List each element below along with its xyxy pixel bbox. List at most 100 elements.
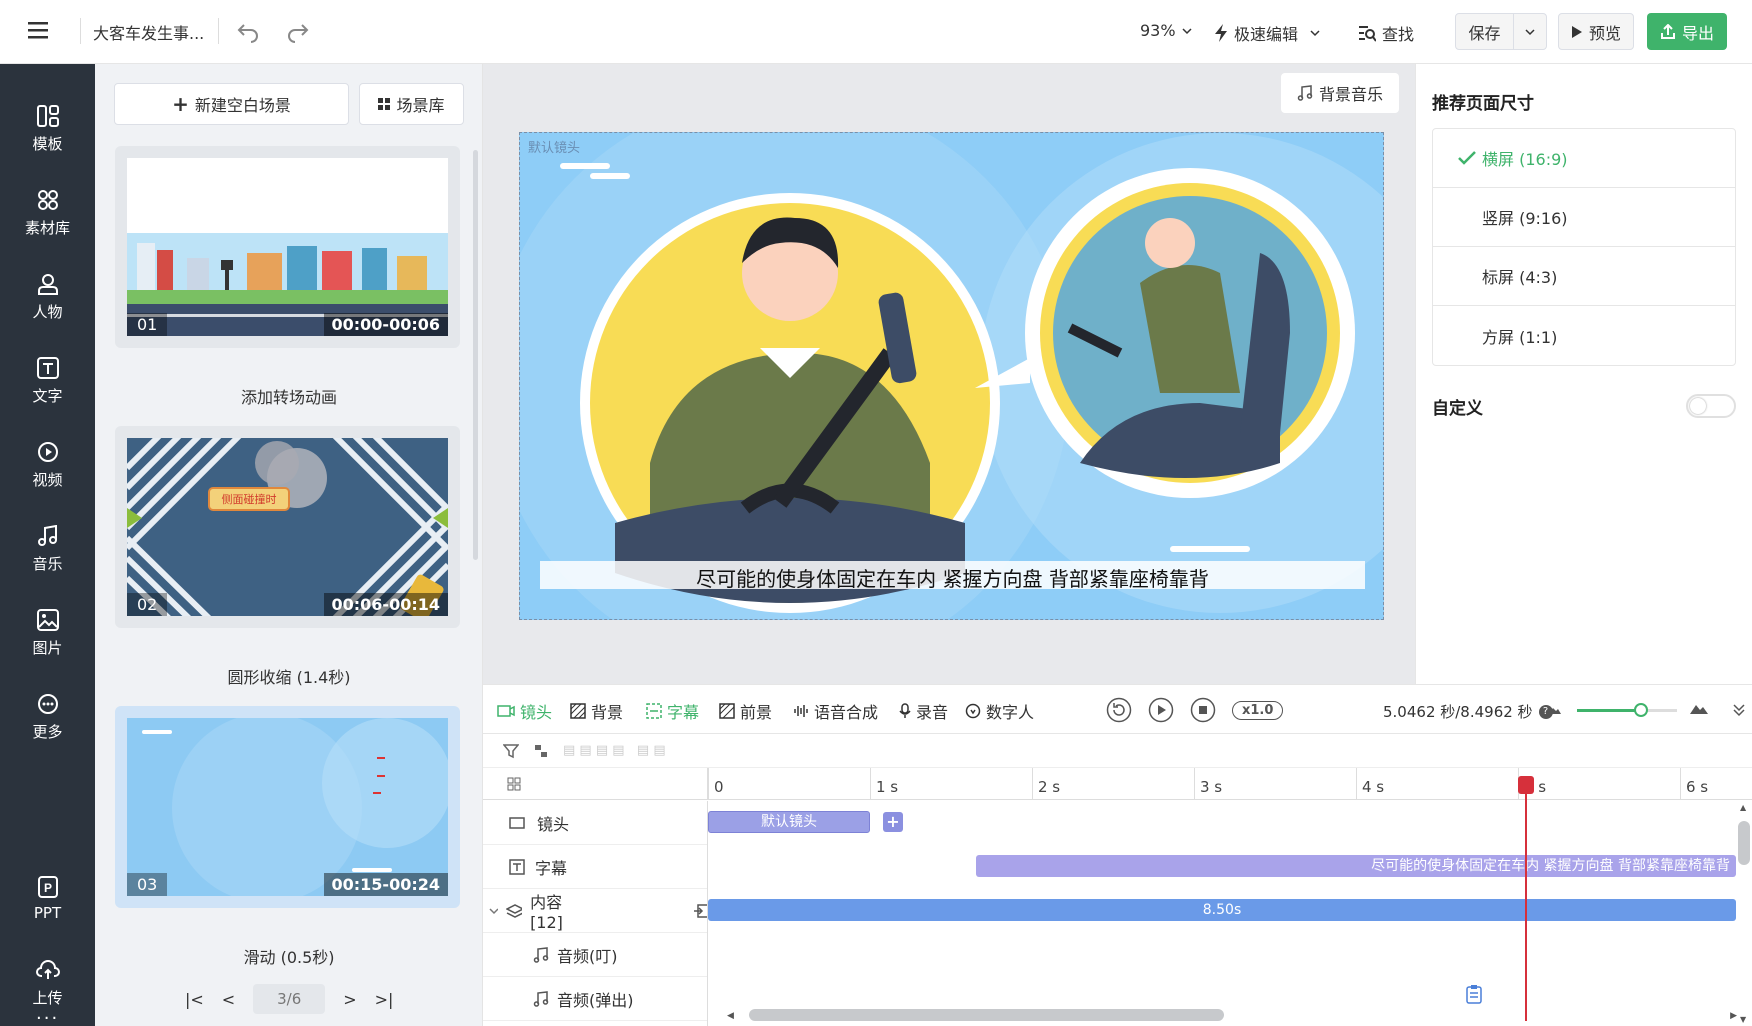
last-page-icon[interactable]: >| (375, 990, 394, 1009)
size-option-standard[interactable]: 标屏 (4:3) (1432, 247, 1736, 306)
grid-icon (378, 98, 391, 110)
sidebar-more-dots[interactable]: ··· (36, 1008, 59, 1026)
scene-card-2[interactable]: 侧面碰撞时 02 00:06-00:14 (115, 426, 460, 628)
scene-transition-label[interactable]: 添加转场动画 (95, 384, 483, 408)
next-page-icon[interactable]: > (343, 990, 356, 1009)
preview-button[interactable]: 预览 (1558, 13, 1634, 50)
track-label-audio-ding[interactable]: 音频(叮) (483, 933, 707, 977)
add-lens-button[interactable]: + (883, 812, 903, 832)
custom-size-toggle[interactable] (1686, 394, 1736, 418)
sidebar-item-image[interactable]: 图片 (0, 598, 95, 668)
zoom-slider[interactable] (1577, 703, 1677, 717)
replay-icon[interactable] (1106, 697, 1132, 723)
bg-music-button[interactable]: 背景音乐 (1281, 73, 1399, 113)
scene-number: 01 (127, 313, 168, 336)
export-label: 导出 (1681, 23, 1714, 43)
more-icon (37, 693, 58, 714)
waveform-icon (794, 705, 808, 717)
time-ruler[interactable]: 01 s2 s3 s4 s5 s6 s (483, 768, 1752, 800)
new-blank-scene-button[interactable]: + 新建空白场景 (114, 83, 349, 125)
playhead[interactable] (1518, 776, 1534, 1021)
tab-digital-human[interactable]: 数字人 (965, 699, 1034, 723)
exit-icon[interactable] (693, 903, 707, 919)
scene-card-1[interactable]: 01 00:00-00:06 (115, 146, 460, 348)
disabled-tools: ▤ ▤ ▤ ▤ ▤ ▤ (563, 743, 666, 758)
undo-icon[interactable] (236, 19, 260, 43)
sidebar-item-person[interactable]: 人物 (0, 262, 95, 332)
sidebar-item-templates[interactable]: 模板 (0, 94, 95, 164)
collapse-icon[interactable] (1733, 703, 1745, 717)
page-indicator[interactable]: 3/6 (253, 984, 326, 1014)
scene-card-3[interactable]: 03 00:15-00:24 (115, 706, 460, 908)
chevron-down-icon (1182, 27, 1192, 34)
top-toolbar: 大客车发生事... 93% 极速编辑 查找 保存 预览 导出 (0, 0, 1752, 64)
track-label-audio-pop[interactable]: 音频(弹出) (483, 977, 707, 1021)
scene-panel: + 新建空白场景 场景库 01 00:00-00:06 添加转场动画 侧面碰撞时… (95, 64, 483, 1026)
size-option-portrait[interactable]: 竖屏 (9:16) (1432, 188, 1736, 247)
prev-page-icon[interactable]: < (222, 990, 235, 1009)
ruler-tick-line (1032, 768, 1033, 800)
track-name: 音频(叮) (557, 946, 618, 966)
zoom-out-mountain-icon[interactable] (1548, 703, 1562, 715)
content-clip[interactable]: 8.50s (708, 899, 1736, 921)
scene-time: 00:00-00:06 (323, 313, 448, 336)
find-button[interactable]: 查找 (1358, 21, 1414, 45)
save-button[interactable]: 保存 (1456, 14, 1514, 49)
quick-edit-select[interactable]: 极速编辑 (1214, 21, 1320, 45)
sidebar-item-text[interactable]: 文字 (0, 346, 95, 416)
tab-background[interactable]: 背景 (570, 699, 623, 723)
play-icon (1571, 25, 1582, 38)
redo-icon[interactable] (286, 19, 310, 43)
ruler-tick: 4 s (1362, 778, 1385, 796)
plus-icon: + (172, 92, 189, 116)
tab-foreground[interactable]: 前景 (719, 699, 772, 723)
scene-transition-label[interactable]: 圆形收缩 (1.4秒) (95, 664, 483, 688)
audio-marker-icon[interactable] (1466, 984, 1482, 1004)
scene-transition-label[interactable]: 滑动 (0.5秒) (95, 944, 483, 968)
track-label-subtitle[interactable]: 字幕 (483, 845, 707, 889)
microphone-icon (899, 703, 911, 718)
sidebar-item-label: 更多 (32, 722, 63, 741)
scene-scrollbar[interactable] (473, 150, 478, 560)
size-option-square[interactable]: 方屏 (1:1) (1432, 306, 1736, 365)
scene-library-button[interactable]: 场景库 (359, 83, 464, 125)
sidebar-item-music[interactable]: 音乐 (0, 514, 95, 584)
speed-button[interactable]: x1.0 (1232, 700, 1284, 720)
quick-edit-label: 极速编辑 (1234, 25, 1299, 44)
track-name: 镜头 (537, 814, 570, 834)
scene-number: 02 (127, 593, 168, 616)
sidebar-item-video[interactable]: 视频 (0, 430, 95, 500)
stop-icon[interactable] (1190, 697, 1216, 723)
tab-label: 语音合成 (814, 703, 879, 722)
align-icon[interactable] (533, 743, 549, 759)
subtitle-clip[interactable]: 尽可能的使身体固定在车内 紧握方向盘 背部紧靠座椅靠背 (976, 855, 1736, 877)
horizontal-scrollbar[interactable]: ◀ ▶ (727, 1007, 1737, 1021)
tab-record[interactable]: 录音 (899, 699, 948, 723)
menu-icon[interactable] (28, 20, 52, 42)
tab-tts[interactable]: 语音合成 (793, 699, 878, 723)
sidebar-item-assets[interactable]: 素材库 (0, 178, 95, 248)
ppt-icon: P (37, 876, 58, 898)
zoom-select[interactable]: 93% (1140, 21, 1192, 40)
tab-subtitle[interactable]: 字幕 (646, 699, 699, 723)
sidebar-item-more[interactable]: 更多 (0, 682, 95, 752)
size-option-landscape[interactable]: 横屏 (16:9) (1432, 129, 1736, 188)
first-page-icon[interactable]: |< (185, 990, 204, 1009)
export-button[interactable]: 导出 (1647, 13, 1727, 50)
play-icon[interactable] (1148, 697, 1174, 723)
filter-icon[interactable] (503, 743, 519, 759)
save-dropdown[interactable] (1514, 14, 1546, 49)
subtitle-text[interactable]: 尽可能的使身体固定在车内 紧握方向盘 背部紧靠座椅靠背 (540, 563, 1365, 592)
stage[interactable]: 尽可能的使身体固定在车内 紧握方向盘 背部紧靠座椅靠背 默认镜头 (519, 132, 1384, 620)
project-title[interactable]: 大客车发生事... (93, 20, 204, 44)
track-label-content[interactable]: 内容 [12] (483, 889, 707, 933)
vertical-scrollbar[interactable]: ▲ ▼ (1736, 801, 1752, 1026)
zoom-in-mountain-icon[interactable] (1689, 699, 1709, 715)
scene-thumbnail: 03 00:15-00:24 (127, 718, 448, 896)
ruler-ticks: 01 s2 s3 s4 s5 s6 s (707, 768, 1752, 800)
lens-clip[interactable]: 默认镜头 (708, 811, 870, 833)
tab-lens[interactable]: 镜头 (497, 699, 552, 723)
track-label-lens[interactable]: 镜头 (483, 801, 707, 845)
zoom-slider-handle (1634, 703, 1648, 717)
sidebar-item-ppt[interactable]: P PPT (0, 864, 95, 934)
